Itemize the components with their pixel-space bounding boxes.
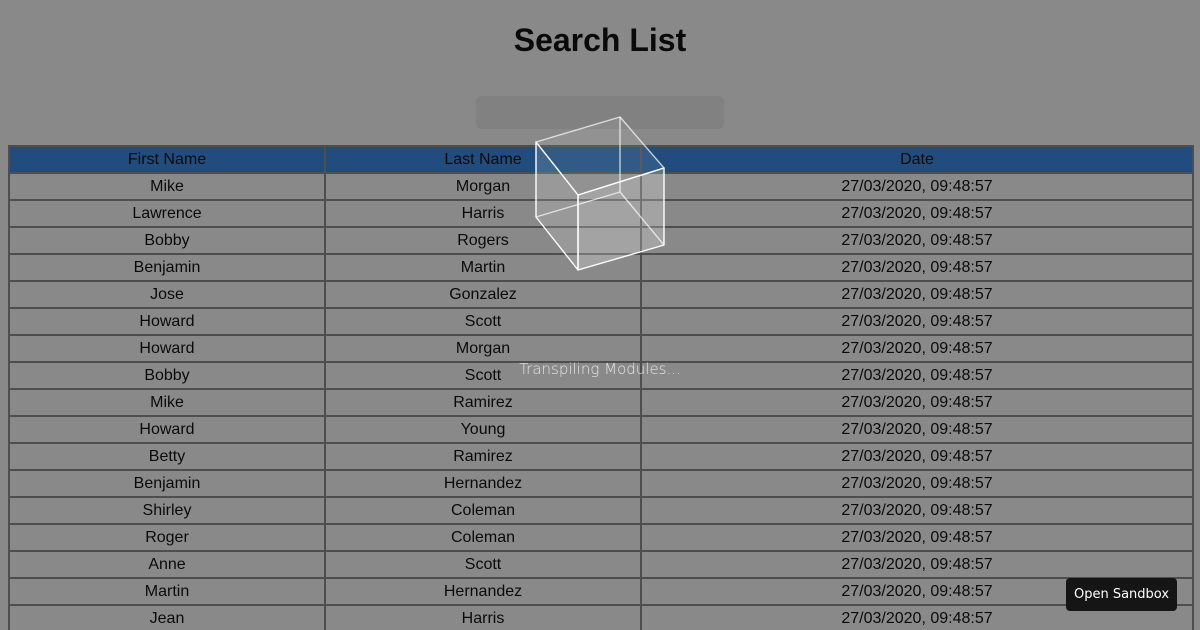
open-sandbox-button[interactable]: Open Sandbox (1066, 578, 1177, 611)
cube-icon (535, 116, 665, 271)
loading-overlay: Transpiling Modules... (0, 0, 1200, 630)
page: Search List First Name Last Name Date Mi… (0, 0, 1200, 630)
loading-status-text: Transpiling Modules... (519, 360, 681, 378)
